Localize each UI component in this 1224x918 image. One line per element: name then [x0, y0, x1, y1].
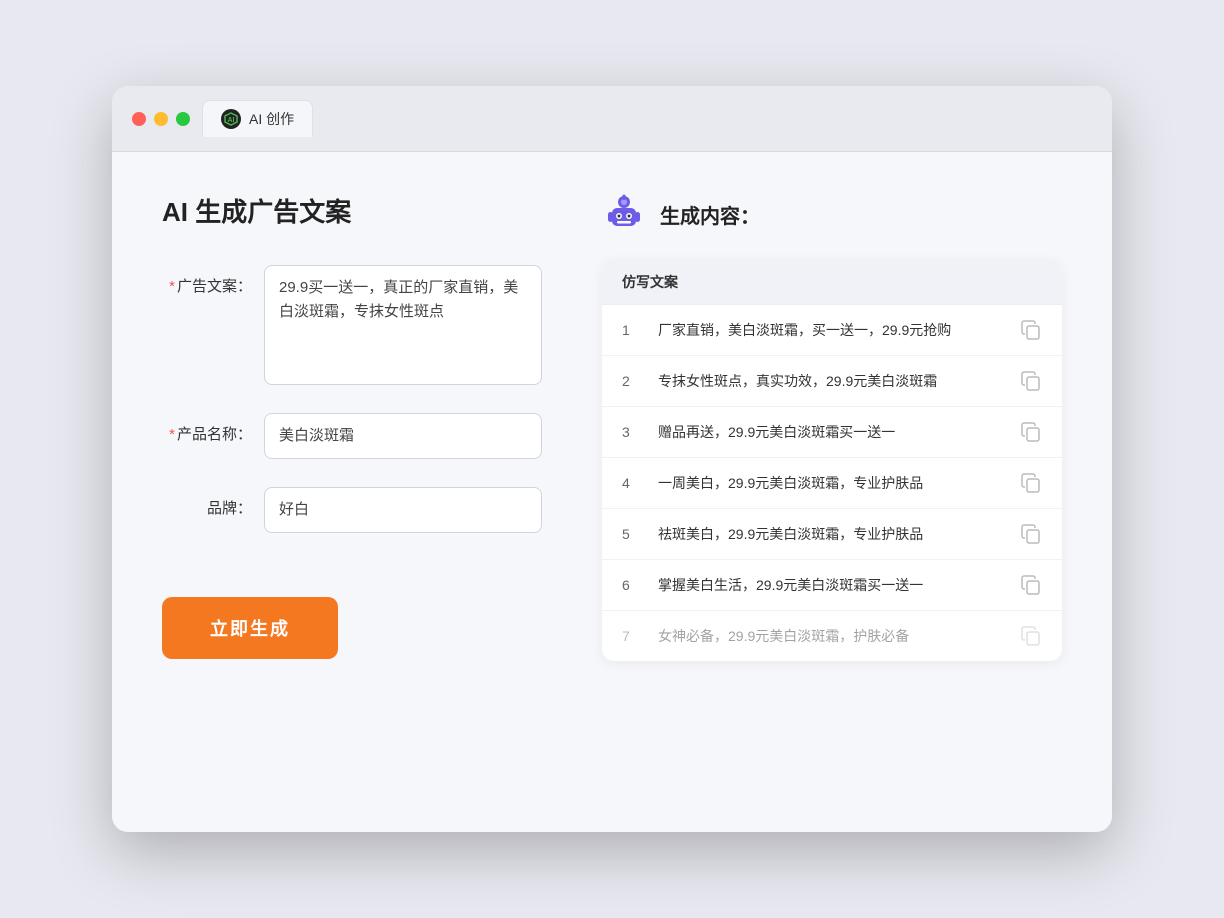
close-button[interactable] — [132, 112, 146, 126]
result-text: 专抹女性斑点，真实功效，29.9元美白淡斑霜 — [658, 371, 1004, 392]
right-panel: 生成内容： 仿写文案 1 厂家直销，美白淡斑霜，买一送一，29.9元抢购 2 专… — [602, 192, 1062, 792]
result-header: 生成内容： — [602, 192, 1062, 236]
minimize-button[interactable] — [154, 112, 168, 126]
copy-icon[interactable] — [1020, 421, 1042, 443]
result-number: 1 — [622, 322, 642, 338]
result-title: 生成内容： — [660, 200, 760, 229]
browser-window: AI AI 创作 AI 生成广告文案 *广告文案： 29.9买一送一，真正的厂家… — [112, 86, 1112, 832]
result-number: 3 — [622, 424, 642, 440]
result-item: 4 一周美白，29.9元美白淡斑霜，专业护肤品 — [602, 458, 1062, 509]
ad-copy-row: *广告文案： 29.9买一送一，真正的厂家直销，美白淡斑霜，专抹女性斑点 — [162, 265, 542, 385]
result-item: 5 祛斑美白，29.9元美白淡斑霜，专业护肤品 — [602, 509, 1062, 560]
copy-icon[interactable] — [1020, 370, 1042, 392]
svg-text:AI: AI — [228, 117, 235, 124]
generate-button[interactable]: 立即生成 — [162, 597, 338, 659]
result-text: 赠品再送，29.9元美白淡斑霜买一送一 — [658, 422, 1004, 443]
tab-label: AI 创作 — [249, 109, 294, 129]
product-name-row: *产品名称： — [162, 413, 542, 459]
results-container: 1 厂家直销，美白淡斑霜，买一送一，29.9元抢购 2 专抹女性斑点，真实功效，… — [602, 305, 1062, 661]
ad-copy-input[interactable]: 29.9买一送一，真正的厂家直销，美白淡斑霜，专抹女性斑点 — [264, 265, 542, 385]
brand-input[interactable] — [264, 487, 542, 533]
title-bar: AI AI 创作 — [112, 86, 1112, 152]
copy-icon[interactable] — [1020, 319, 1042, 341]
result-text: 女神必备，29.9元美白淡斑霜，护肤必备 — [658, 626, 1004, 647]
brand-row: 品牌： — [162, 487, 542, 533]
result-number: 4 — [622, 475, 642, 491]
copy-icon[interactable] — [1020, 625, 1042, 647]
maximize-button[interactable] — [176, 112, 190, 126]
result-item: 2 专抹女性斑点，真实功效，29.9元美白淡斑霜 — [602, 356, 1062, 407]
result-item: 3 赠品再送，29.9元美白淡斑霜买一送一 — [602, 407, 1062, 458]
main-content: AI 生成广告文案 *广告文案： 29.9买一送一，真正的厂家直销，美白淡斑霜，… — [112, 152, 1112, 832]
result-text: 祛斑美白，29.9元美白淡斑霜，专业护肤品 — [658, 524, 1004, 545]
result-item: 7 女神必备，29.9元美白淡斑霜，护肤必备 — [602, 611, 1062, 661]
product-name-label: *产品名称： — [162, 413, 252, 444]
brand-label: 品牌： — [162, 487, 252, 518]
copy-icon[interactable] — [1020, 523, 1042, 545]
page-title: AI 生成广告文案 — [162, 192, 542, 229]
ad-copy-label: *广告文案： — [162, 265, 252, 296]
product-name-input[interactable] — [264, 413, 542, 459]
result-text: 一周美白，29.9元美白淡斑霜，专业护肤品 — [658, 473, 1004, 494]
table-header: 仿写文案 — [602, 260, 1062, 305]
result-table: 仿写文案 1 厂家直销，美白淡斑霜，买一送一，29.9元抢购 2 专抹女性斑点，… — [602, 260, 1062, 661]
copy-icon[interactable] — [1020, 472, 1042, 494]
result-item: 1 厂家直销，美白淡斑霜，买一送一，29.9元抢购 — [602, 305, 1062, 356]
result-number: 2 — [622, 373, 642, 389]
result-text: 厂家直销，美白淡斑霜，买一送一，29.9元抢购 — [658, 320, 1004, 341]
traffic-lights — [132, 112, 190, 126]
required-star-1: * — [169, 278, 175, 295]
ai-creation-tab[interactable]: AI AI 创作 — [202, 100, 313, 137]
copy-icon[interactable] — [1020, 574, 1042, 596]
result-text: 掌握美白生活，29.9元美白淡斑霜买一送一 — [658, 575, 1004, 596]
robot-icon — [602, 192, 646, 236]
result-number: 7 — [622, 628, 642, 644]
result-item: 6 掌握美白生活，29.9元美白淡斑霜买一送一 — [602, 560, 1062, 611]
result-number: 6 — [622, 577, 642, 593]
required-star-2: * — [169, 426, 175, 443]
result-number: 5 — [622, 526, 642, 542]
ai-tab-icon: AI — [221, 109, 241, 129]
left-panel: AI 生成广告文案 *广告文案： 29.9买一送一，真正的厂家直销，美白淡斑霜，… — [162, 192, 542, 792]
